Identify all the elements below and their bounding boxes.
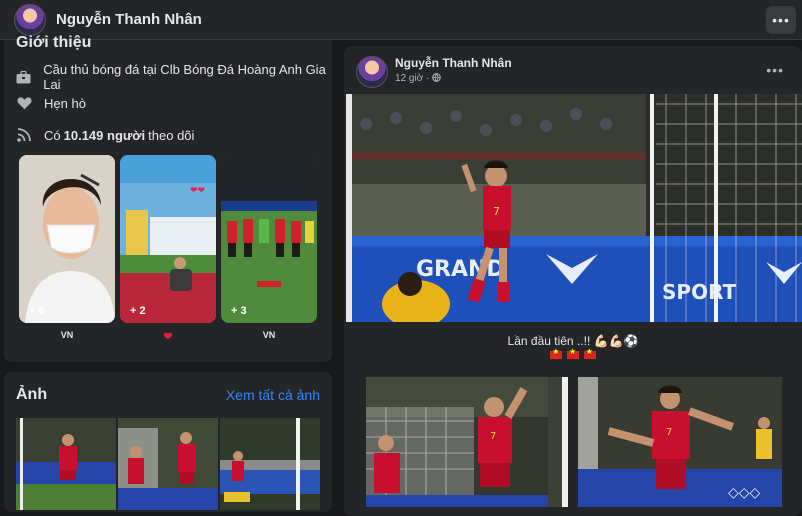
relationship-text: Hẹn hò [44, 95, 86, 111]
post-photo-left[interactable]: 7 [366, 377, 568, 507]
work-info: Cầu thủ bóng đá tại Clb Bóng Đá Hoàng An… [16, 62, 332, 92]
post-main-image[interactable]: GRAND SPORT 7 [346, 94, 802, 322]
profile-header-bar: Nguyễn Thanh Nhân ••• [0, 0, 802, 40]
post-card: Nguyễn Thanh Nhân 12 giờ · ••• GRAND SPO… [344, 46, 802, 516]
followers-prefix: Có [44, 127, 61, 143]
left-jersey-number: 7 [490, 431, 496, 442]
photos-title: Ảnh [16, 386, 48, 403]
vietnam-flag-icon [550, 347, 563, 359]
post-time-text: 12 giờ · [395, 73, 433, 84]
intro-title: Giới thiệu [16, 34, 92, 51]
followers-suffix: theo dõi [148, 127, 195, 143]
briefcase-icon [16, 69, 31, 85]
photo-thumb-3[interactable] [220, 418, 320, 510]
relationship-info: Hẹn hò [16, 95, 86, 111]
heart-icon [16, 95, 32, 111]
story-2-image: ❤❤ [120, 155, 216, 323]
more-options-button[interactable]: ••• [766, 6, 796, 34]
story-1-caption: VN [60, 330, 74, 340]
story-1-count: + 6 [29, 305, 45, 317]
story-2-count: + 2 [130, 305, 146, 317]
work-text[interactable]: Cầu thủ bóng đá tại Clb Bóng Đá Hoàng An… [43, 62, 332, 92]
svg-text:◇◇◇: ◇◇◇ [728, 485, 761, 501]
vietnam-flag-icon [567, 347, 579, 359]
vietnam-flags [344, 347, 802, 362]
featured-story-1[interactable]: + 6 [19, 155, 115, 323]
see-all-photos-link[interactable]: Xem tất cả ảnh [226, 387, 320, 403]
post-timestamp[interactable]: 12 giờ · [395, 73, 441, 84]
svg-text:❤❤: ❤❤ [190, 186, 206, 196]
followers-info: Có 10.149 người theo dõi [16, 127, 194, 143]
post-caption: Lần đầu tiên ..!! 💪🏻💪🏻⚽ [507, 334, 639, 348]
story-3-image [221, 155, 317, 323]
rss-icon [16, 127, 32, 143]
post-photo-right[interactable]: ◇◇◇ 7 [578, 377, 782, 507]
post-author-name[interactable]: Nguyễn Thanh Nhân [395, 56, 512, 70]
post-options-button[interactable]: ••• [766, 62, 784, 78]
story-3-caption: VN [262, 330, 276, 340]
post-author-avatar[interactable] [356, 56, 388, 88]
board-text-1: GRAND [416, 257, 505, 282]
globe-icon [432, 73, 441, 84]
right-jersey-number: 7 [666, 427, 672, 438]
profile-avatar[interactable] [14, 3, 46, 36]
photo-thumb-1[interactable] [16, 418, 116, 510]
intro-card: Giới thiệu Cầu thủ bóng đá tại Clb Bóng … [4, 34, 332, 362]
board-text-2: SPORT [662, 280, 737, 304]
profile-name[interactable]: Nguyễn Thanh Nhân [56, 11, 202, 28]
photos-card: Ảnh Xem tất cả ảnh [4, 372, 332, 512]
featured-story-2[interactable]: ❤❤ + 2 [120, 155, 216, 323]
photo-thumb-2[interactable] [118, 418, 218, 510]
story-2-caption: ❤ [163, 331, 173, 343]
story-1-image [19, 155, 115, 323]
main-jersey-number: 7 [493, 205, 500, 218]
vietnam-flag-icon [583, 347, 596, 359]
followers-count[interactable]: 10.149 người [64, 128, 146, 143]
featured-story-3[interactable]: + 3 [221, 155, 317, 323]
story-3-count: + 3 [231, 305, 247, 317]
